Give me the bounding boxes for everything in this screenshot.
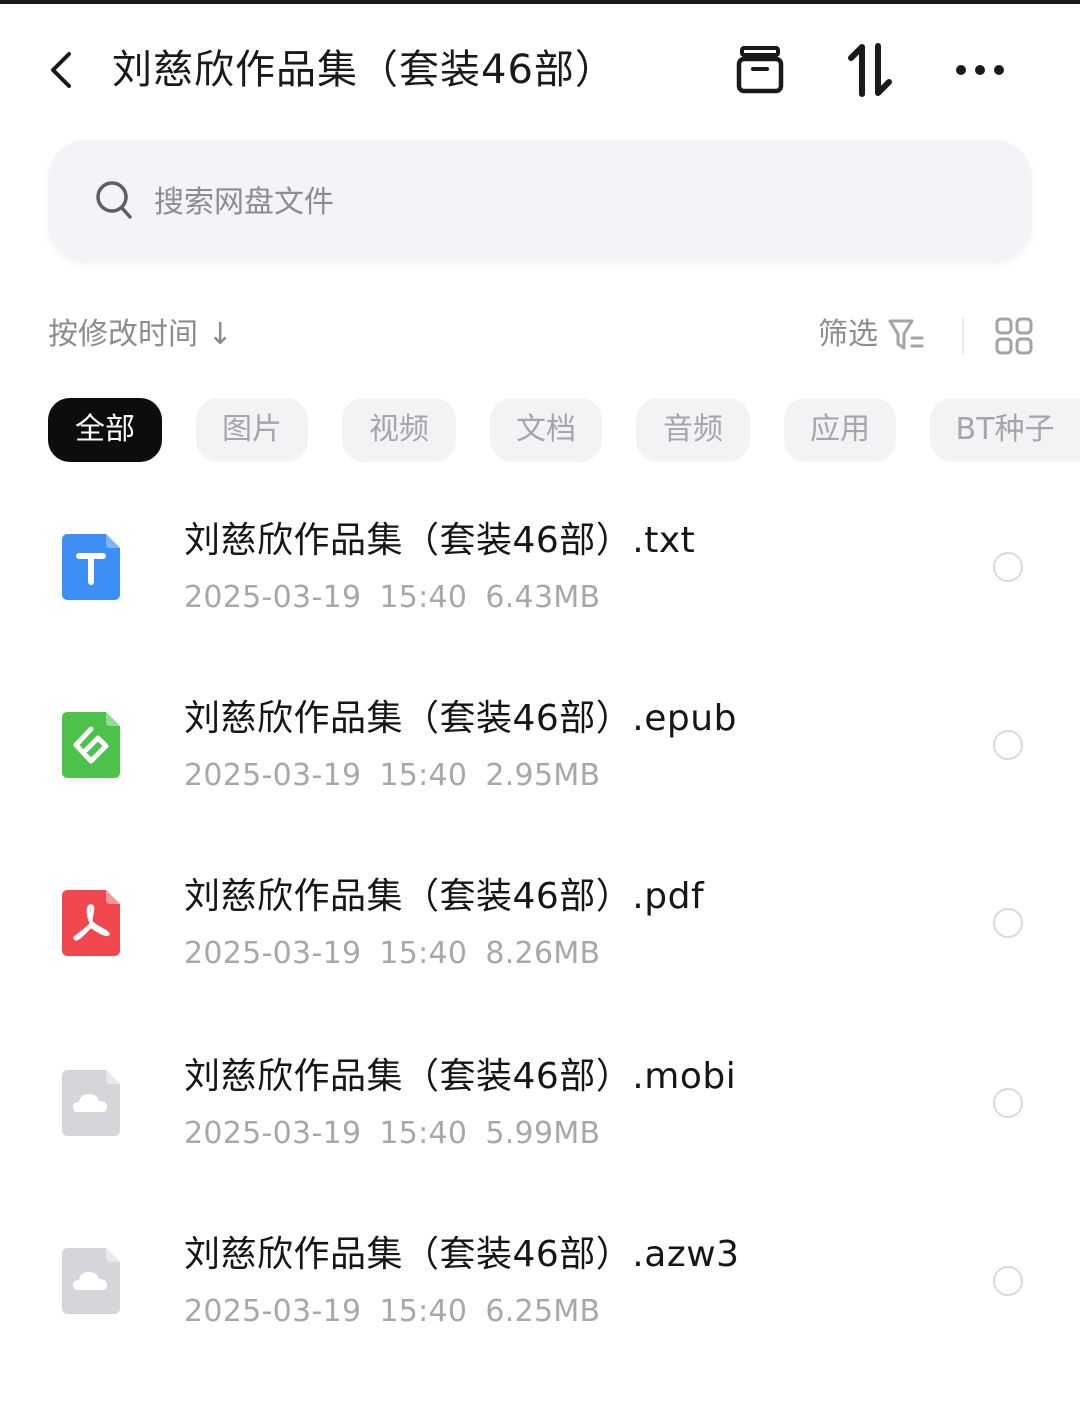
tab-apps[interactable]: 应用: [784, 398, 896, 462]
file-name: 刘慈欣作品集（套装46部）.azw3: [184, 1234, 740, 1275]
back-button[interactable]: [38, 46, 86, 94]
file-size: 6.25MB: [485, 1294, 601, 1329]
search-input[interactable]: [152, 176, 856, 228]
file-date: 2025-03-19: [184, 758, 362, 793]
file-size: 5.99MB: [485, 1116, 601, 1151]
unknown-file-icon: [62, 1248, 120, 1314]
file-meta: 2025-03-19 15:40 8.26MB: [184, 932, 618, 976]
file-name: 刘慈欣作品集（套装46部）.mobi: [184, 1056, 737, 1097]
file-meta: 2025-03-19 15:40 6.25MB: [184, 1290, 618, 1334]
toolbar-divider: [962, 318, 964, 354]
grid-view-icon[interactable]: [994, 316, 1034, 356]
tab-audio[interactable]: 音频: [636, 398, 750, 462]
file-name: 刘慈欣作品集（套装46部）.txt: [184, 520, 696, 561]
archive-icon: [736, 46, 784, 94]
filter-icon[interactable]: [886, 316, 926, 354]
file-row[interactable]: 刘慈欣作品集（套装46部）.mobi 2025-03-19 15:40 5.99MB: [0, 1034, 1080, 1212]
file-size: 8.26MB: [485, 936, 601, 971]
file-date: 2025-03-19: [184, 580, 362, 615]
file-time: 15:40: [379, 758, 468, 793]
pdf-file-icon: [62, 890, 120, 956]
top-edge: [0, 0, 1080, 4]
more-dots-icon: [956, 65, 1004, 75]
file-meta: 2025-03-19 15:40 2.95MB: [184, 754, 618, 798]
tab-bt-torrents[interactable]: BT种子: [930, 398, 1080, 462]
tab-videos[interactable]: 视频: [342, 398, 456, 462]
filter-button[interactable]: 筛选: [818, 310, 878, 360]
file-size: 2.95MB: [485, 758, 601, 793]
file-meta: 2025-03-19 15:40 6.43MB: [184, 576, 618, 620]
file-size: 6.43MB: [485, 580, 601, 615]
sort-label: 按修改时间: [48, 317, 198, 352]
sort-by-modified-button[interactable]: 按修改时间 ↓: [48, 310, 233, 360]
more-button[interactable]: [950, 40, 1010, 100]
file-row[interactable]: 刘慈欣作品集（套装46部）.epub 2025-03-19 15:40 2.95MB: [0, 678, 1080, 856]
select-radio[interactable]: [993, 1088, 1023, 1118]
select-radio[interactable]: [993, 1266, 1023, 1296]
file-name: 刘慈欣作品集（套装46部）.pdf: [184, 876, 705, 917]
select-radio[interactable]: [993, 730, 1023, 760]
epub-file-icon: [62, 712, 120, 778]
chevron-left-icon: [51, 52, 71, 88]
tab-images[interactable]: 图片: [196, 398, 308, 462]
file-time: 15:40: [379, 936, 468, 971]
tab-documents[interactable]: 文档: [490, 398, 602, 462]
file-row[interactable]: 刘慈欣作品集（套装46部）.azw3 2025-03-19 15:40 6.25MB: [0, 1212, 1080, 1390]
file-date: 2025-03-19: [184, 1294, 362, 1329]
file-row[interactable]: 刘慈欣作品集（套装46部）.pdf 2025-03-19 15:40 8.26MB: [0, 856, 1080, 1034]
txt-file-icon: [62, 534, 120, 600]
select-radio[interactable]: [993, 908, 1023, 938]
sort-down-arrow-icon: ↓: [207, 317, 233, 352]
archive-button[interactable]: [730, 40, 790, 100]
file-time: 15:40: [379, 1116, 468, 1151]
select-radio[interactable]: [993, 552, 1023, 582]
file-row[interactable]: 刘慈欣作品集（套装46部）.txt 2025-03-19 15:40 6.43MB: [0, 500, 1080, 678]
unknown-file-icon: [62, 1070, 120, 1136]
file-name: 刘慈欣作品集（套装46部）.epub: [184, 698, 737, 739]
tab-all[interactable]: 全部: [48, 398, 162, 462]
file-time: 15:40: [379, 580, 468, 615]
search-icon: [96, 181, 132, 219]
file-date: 2025-03-19: [184, 936, 362, 971]
header: 刘慈欣作品集（套装46部）: [0, 22, 1080, 118]
page-title: 刘慈欣作品集（套装46部）: [112, 47, 616, 93]
sort-arrows-icon: [848, 43, 892, 97]
file-time: 15:40: [379, 1294, 468, 1329]
file-meta: 2025-03-19 15:40 5.99MB: [184, 1112, 618, 1156]
file-date: 2025-03-19: [184, 1116, 362, 1151]
sort-toggle-button[interactable]: [840, 40, 900, 100]
